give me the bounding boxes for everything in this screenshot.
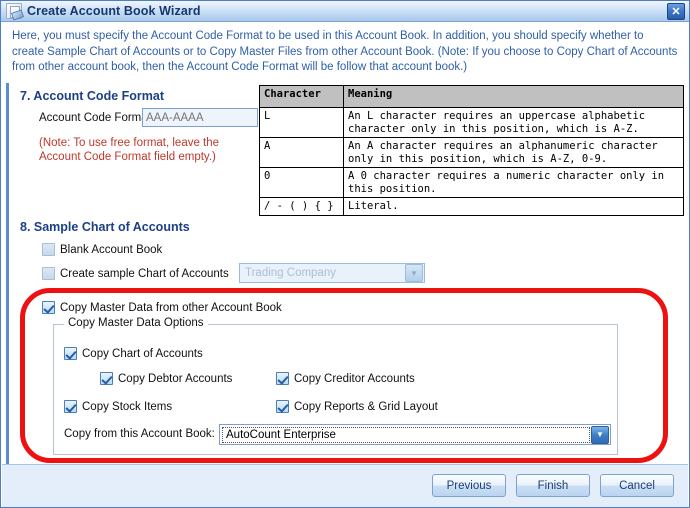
table-row: / - ( ) { } Literal. xyxy=(259,197,684,216)
checkbox-icon[interactable] xyxy=(42,267,55,280)
combobox-value: AutoCount Enterprise xyxy=(222,426,590,443)
checkbox-label: Copy Reports & Grid Layout xyxy=(294,400,438,413)
dialog-footer: Previous Finish Cancel xyxy=(2,464,688,507)
cell-character: A xyxy=(259,137,344,168)
checkbox-label: Create sample Chart of Accounts xyxy=(60,267,229,280)
copy-from-label: Copy from this Account Book: xyxy=(64,428,215,440)
cell-meaning: An A character requires an alphanumeric … xyxy=(343,137,684,168)
checkbox-icon[interactable] xyxy=(64,400,77,413)
instruction-text: Here, you must specify the Account Code … xyxy=(12,30,678,73)
checkbox-label: Copy Chart of Accounts xyxy=(82,347,203,360)
checkbox-label: Copy Stock Items xyxy=(82,400,173,413)
group-legend: Copy Master Data Options xyxy=(64,317,208,329)
character-meaning-table: Character Meaning L An L character requi… xyxy=(259,85,684,216)
checkbox-copy-creditor-accounts[interactable]: Copy Creditor Accounts xyxy=(276,372,415,385)
checkbox-label: Copy Master Data from other Account Book xyxy=(60,301,282,314)
dialog-body: 7. Account Code Format Account Code Form… xyxy=(2,83,688,464)
checkbox-copy-master-data[interactable]: Copy Master Data from other Account Book xyxy=(42,301,282,314)
step8-heading: 8. Sample Chart of Accounts xyxy=(20,220,190,234)
wizard-document-icon xyxy=(6,3,22,19)
left-accent-rail xyxy=(6,83,9,464)
checkbox-icon[interactable] xyxy=(276,400,289,413)
account-code-format-note: (Note: To use free format, leave the Acc… xyxy=(39,137,220,163)
checkbox-blank-account-book[interactable]: Blank Account Book xyxy=(42,243,162,256)
sample-chart-template-combobox[interactable]: Trading Company ▼ xyxy=(239,263,425,283)
chevron-down-icon[interactable]: ▼ xyxy=(591,425,609,444)
cell-character: L xyxy=(259,107,344,138)
chevron-down-icon[interactable]: ▼ xyxy=(405,264,423,282)
cell-meaning: A 0 character requires a numeric charact… xyxy=(343,167,684,198)
checkbox-icon[interactable] xyxy=(276,372,289,385)
previous-button[interactable]: Previous xyxy=(432,474,506,497)
checkbox-icon[interactable] xyxy=(64,347,77,360)
checkbox-create-sample-chart[interactable]: Create sample Chart of Accounts xyxy=(42,267,229,280)
cell-meaning: An L character requires an uppercase alp… xyxy=(343,107,684,138)
window-title: Create Account Book Wizard xyxy=(27,4,201,18)
create-account-book-wizard-dialog: Create Account Book Wizard ✕ Here, you m… xyxy=(0,0,690,508)
checkbox-icon[interactable] xyxy=(100,372,113,385)
table-row: A An A character requires an alphanumeri… xyxy=(259,137,684,168)
copy-from-account-book-combobox[interactable]: AutoCount Enterprise ▼ xyxy=(219,424,611,445)
cell-character: 0 xyxy=(259,167,344,198)
instruction-banner: Here, you must specify the Account Code … xyxy=(2,23,688,83)
checkbox-copy-reports-grid-layout[interactable]: Copy Reports & Grid Layout xyxy=(276,400,438,413)
checkbox-label: Blank Account Book xyxy=(60,243,163,256)
checkbox-copy-chart-of-accounts[interactable]: Copy Chart of Accounts xyxy=(64,347,203,360)
checkbox-copy-stock-items[interactable]: Copy Stock Items xyxy=(64,400,172,413)
table-row: 0 A 0 character requires a numeric chara… xyxy=(259,167,684,198)
finish-button[interactable]: Finish xyxy=(516,474,590,497)
checkbox-icon[interactable] xyxy=(42,243,55,256)
step7-heading: 7. Account Code Format xyxy=(20,89,164,103)
checkbox-copy-debtor-accounts[interactable]: Copy Debtor Accounts xyxy=(100,372,232,385)
table-row: L An L character requires an uppercase a… xyxy=(259,107,684,138)
close-icon[interactable]: ✕ xyxy=(667,3,685,20)
titlebar: Create Account Book Wizard ✕ xyxy=(1,1,689,22)
cell-character: / - ( ) { } xyxy=(259,197,344,216)
cancel-button[interactable]: Cancel xyxy=(600,474,674,497)
combobox-value: Trading Company xyxy=(245,267,336,279)
column-header-character: Character xyxy=(259,85,344,108)
checkbox-label: Copy Creditor Accounts xyxy=(294,372,415,385)
cell-meaning: Literal. xyxy=(343,197,684,216)
table-header-row: Character Meaning xyxy=(259,85,684,108)
checkbox-label: Copy Debtor Accounts xyxy=(118,372,233,385)
checkbox-icon[interactable] xyxy=(42,301,55,314)
account-code-format-label: Account Code Format: xyxy=(39,112,155,124)
account-code-format-input[interactable] xyxy=(142,108,258,127)
column-header-meaning: Meaning xyxy=(343,85,684,108)
